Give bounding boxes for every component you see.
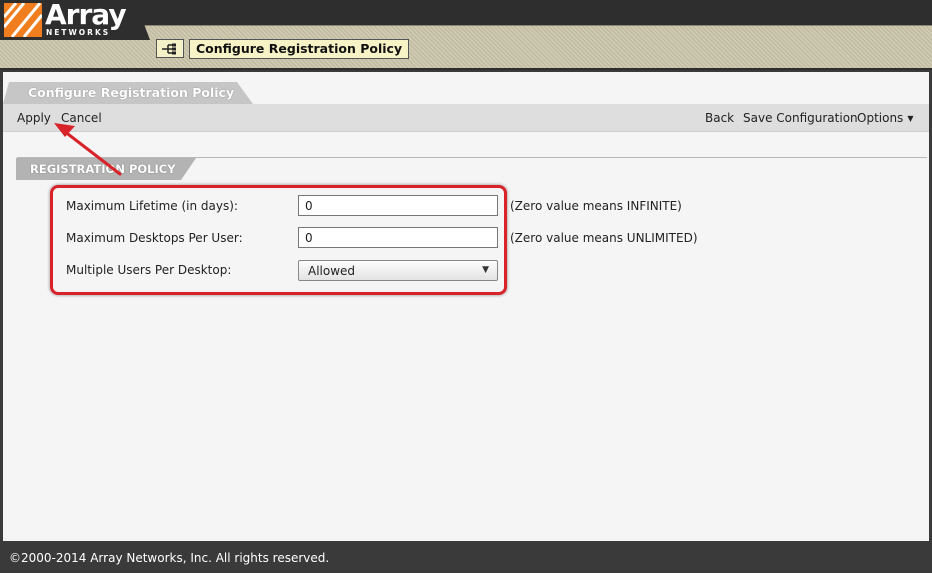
toolbar: Apply Cancel Back Save Configuration Opt… — [3, 104, 929, 132]
array-logo-icon — [4, 3, 42, 37]
logo-text: Array — [45, 0, 127, 31]
network-tree-icon — [156, 39, 184, 58]
max-lifetime-label: Maximum Lifetime (in days): — [66, 199, 238, 213]
footer: ©2000-2014 Array Networks, Inc. All righ… — [0, 545, 932, 573]
chevron-down-icon: ▼ — [482, 265, 489, 275]
max-lifetime-input[interactable] — [298, 195, 498, 216]
page-title: Configure Registration Policy — [189, 39, 410, 59]
logo-subtext: NETWORKS — [46, 28, 111, 37]
max-lifetime-hint: (Zero value means INFINITE) — [510, 199, 682, 213]
multiple-users-selected-value: Allowed — [308, 264, 356, 278]
max-desktops-input[interactable] — [298, 227, 498, 248]
caret-down-icon: ▼ — [907, 114, 914, 123]
logo[interactable]: Array NETWORKS — [0, 0, 150, 40]
cancel-button[interactable]: Cancel — [61, 111, 102, 125]
multiple-users-select[interactable]: Allowed ▼ — [298, 260, 498, 281]
back-button[interactable]: Back — [705, 111, 734, 125]
max-desktops-label: Maximum Desktops Per User: — [66, 231, 243, 245]
section-divider — [17, 157, 927, 158]
options-menu[interactable]: Options ▼ — [857, 111, 913, 125]
copyright-text: ©2000-2014 Array Networks, Inc. All righ… — [9, 551, 330, 565]
multiple-users-label: Multiple Users Per Desktop: — [66, 263, 232, 277]
save-configuration-button[interactable]: Save Configuration — [743, 111, 858, 125]
apply-button[interactable]: Apply — [17, 111, 51, 125]
header: Array NETWORKS Configure Registration Po… — [0, 0, 932, 70]
max-desktops-hint: (Zero value means UNLIMITED) — [510, 231, 698, 245]
panel-tab-title: Configure Registration Policy — [28, 85, 235, 100]
options-label: Options — [857, 111, 904, 125]
main-panel: Configure Registration Policy Apply Canc… — [3, 72, 929, 541]
section-title: REGISTRATION POLICY — [30, 162, 176, 176]
